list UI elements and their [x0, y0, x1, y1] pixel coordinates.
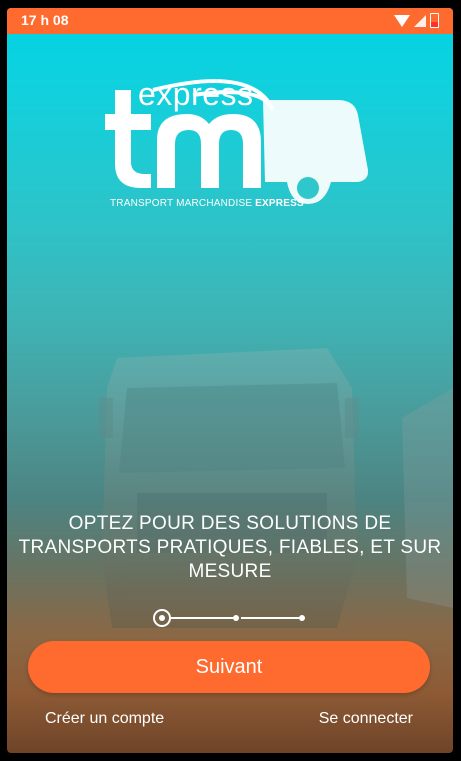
logo-tagline-bold: EXPRESS — [255, 198, 304, 209]
login-link[interactable]: Se connecter — [319, 710, 413, 728]
onboarding-headline: OPTEZ POUR DES SOLUTIONS DE TRANSPORTS P… — [18, 513, 442, 582]
logo-word: express — [138, 76, 254, 112]
page-dot — [299, 615, 305, 621]
wifi-icon — [394, 14, 410, 27]
status-icons — [394, 13, 439, 28]
next-button[interactable]: Suivant — [28, 641, 430, 693]
status-time: 17 h 08 — [21, 12, 69, 28]
page-dot-active-center — [159, 615, 165, 621]
status-bar: 17 h 08 — [7, 8, 453, 34]
logo-tagline-regular: TRANSPORT MARCHANDISE — [110, 198, 256, 209]
battery-icon — [430, 13, 439, 28]
app-screen: 17 h 08 express TRANSPORT MARCHANDISE EX… — [7, 8, 453, 753]
page-dot — [233, 615, 239, 621]
page-indicator — [153, 609, 305, 627]
create-account-link[interactable]: Créer un compte — [45, 710, 164, 728]
tm-express-logo: express TRANSPORT MARCHANDISE EXPRESS — [93, 70, 383, 220]
logo-tagline: TRANSPORT MARCHANDISE EXPRESS — [110, 198, 304, 209]
signal-icon — [414, 14, 426, 27]
